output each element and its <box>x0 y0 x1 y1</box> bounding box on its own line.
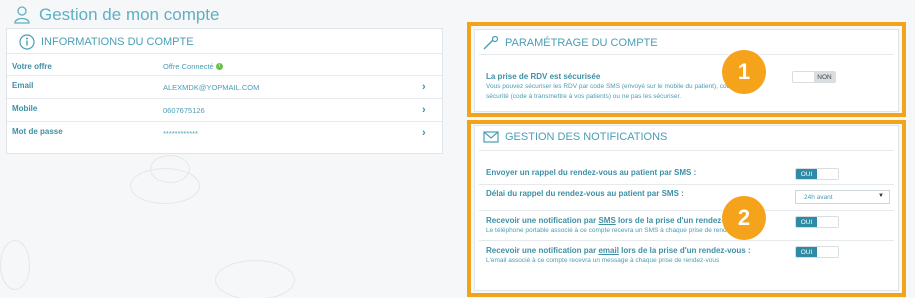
mobile-label: Mobile <box>12 104 38 113</box>
annotation-badge-2: 2 <box>722 196 766 240</box>
page-title: Gestion de mon compte <box>14 4 219 26</box>
page-title-text: Gestion de mon compte <box>39 5 220 24</box>
mobile-value: 0607675126 <box>163 106 205 115</box>
email-label: Email <box>12 81 34 90</box>
divider <box>7 121 442 122</box>
password-value: ************ <box>163 129 199 138</box>
password-label: Mot de passe <box>12 127 63 136</box>
divider <box>7 98 442 99</box>
highlight-frame-notifications <box>467 120 906 297</box>
divider <box>7 75 442 76</box>
highlight-frame-settings <box>467 22 906 117</box>
chevron-right-icon[interactable]: › <box>422 81 426 93</box>
annotation-badge-1: 1 <box>722 50 766 94</box>
account-info-panel: INFORMATIONS DU COMPTE Votre offre Offre… <box>6 28 443 154</box>
info-icon <box>19 34 35 50</box>
divider <box>7 53 442 54</box>
check-icon: i <box>215 63 223 70</box>
offer-value: Offre Connecté i <box>163 62 223 71</box>
offer-label: Votre offre <box>12 62 52 71</box>
chevron-right-icon[interactable]: › <box>422 104 426 116</box>
background-cloud <box>215 260 295 298</box>
account-info-title: INFORMATIONS DU COMPTE <box>19 34 194 50</box>
background-cloud <box>150 155 190 183</box>
email-value: ALEXMDK@YOPMAIL.COM <box>163 83 260 92</box>
user-icon <box>14 6 30 24</box>
background-cloud <box>0 240 30 290</box>
chevron-right-icon[interactable]: › <box>422 127 426 139</box>
